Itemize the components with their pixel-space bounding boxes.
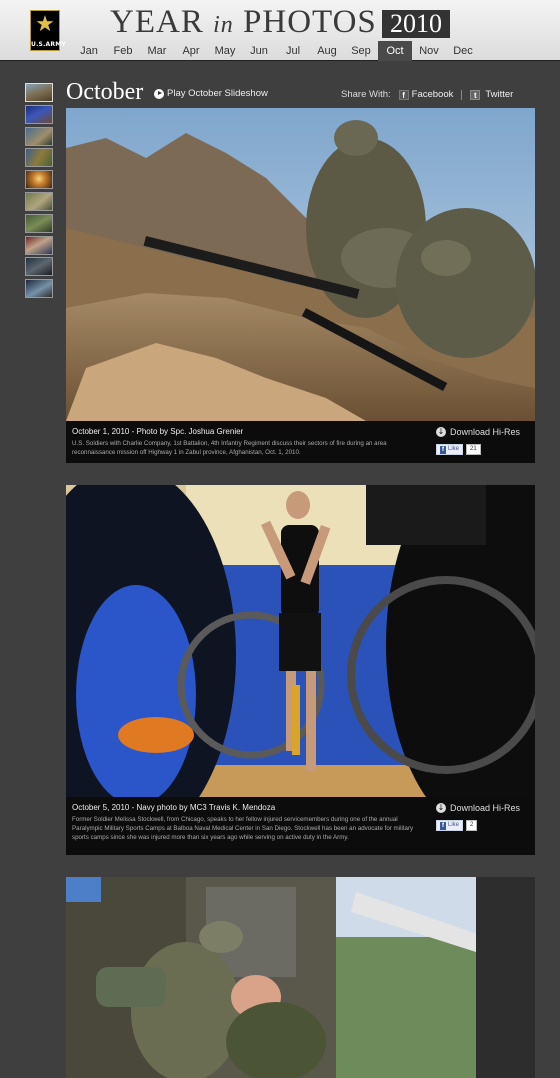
year-badge[interactable]: 2010 [382, 10, 450, 38]
thumbnail-5[interactable] [25, 170, 53, 190]
month-tab-dec[interactable]: Dec [446, 41, 480, 61]
like-label: Like [448, 446, 460, 452]
month-tab-oct[interactable]: Oct [378, 41, 412, 61]
title-photos-word: PHOTOS [243, 4, 377, 40]
photo-card-3 [66, 877, 535, 1078]
thumbnail-10[interactable] [25, 279, 53, 299]
share-divider [461, 89, 463, 100]
photo-2-like: f Like 2 [436, 820, 478, 831]
photo-1-like-button[interactable]: f Like [436, 444, 464, 455]
army-logo[interactable]: ★ U.S.ARMY [30, 10, 66, 51]
star-icon: ★ [35, 12, 55, 37]
thumbnail-7[interactable] [25, 213, 53, 233]
photo-card-1: October 1, 2010 - Photo by Spc. Joshua G… [66, 108, 535, 463]
photo-1-like: f Like 21 [436, 444, 481, 455]
photo-paralympic-camp[interactable] [66, 485, 535, 797]
title-in-word: in [213, 12, 234, 38]
play-slideshow-link[interactable]: Play October Slideshow [154, 88, 268, 99]
photo-3-image [66, 877, 535, 1078]
photo-2-download-button[interactable]: ↓ Download Hi-Res [436, 803, 520, 813]
month-tab-nov[interactable]: Nov [412, 41, 446, 61]
thumbnail-strip [25, 83, 53, 301]
thumbnail-4[interactable] [25, 148, 53, 168]
download-icon: ↓ [436, 803, 446, 813]
thumbnail-3[interactable] [25, 126, 53, 146]
share-twitter-link[interactable]: t Twitter [470, 89, 513, 100]
month-tab-jan[interactable]: Jan [72, 41, 106, 61]
download-label: Download Hi-Res [450, 803, 521, 813]
month-heading: October [66, 79, 144, 105]
photo-2-like-count: 2 [466, 820, 478, 831]
thumbnail-8[interactable] [25, 235, 53, 255]
month-nav: Jan Feb Mar Apr May Jun Jul Aug Sep Oct Nov Dec [72, 41, 480, 61]
download-label: Download Hi-Res [450, 427, 521, 437]
facebook-like-icon: f [440, 445, 446, 454]
photo-1-download-button[interactable]: ↓ Download Hi-Res [436, 427, 520, 437]
photo-2-like-button[interactable]: f Like [436, 820, 464, 831]
like-label: Like [448, 822, 460, 828]
download-icon: ↓ [436, 427, 446, 437]
month-tab-mar[interactable]: Mar [140, 41, 174, 61]
share-bar: Share With: f Facebook t Twitter [341, 89, 513, 100]
play-icon [154, 88, 164, 99]
photo-1-image [66, 108, 535, 421]
month-tab-apr[interactable]: Apr [174, 41, 208, 61]
photo-airborne-jump[interactable] [66, 877, 535, 1078]
facebook-label: Facebook [411, 89, 454, 100]
month-tab-jun[interactable]: Jun [242, 41, 276, 61]
photo-soldiers-afghanistan[interactable] [66, 108, 535, 421]
photo-card-2: October 5, 2010 - Navy photo by MC3 Trav… [66, 485, 535, 855]
month-tab-feb[interactable]: Feb [106, 41, 140, 61]
month-tab-may[interactable]: May [208, 41, 242, 61]
facebook-like-icon: f [440, 821, 446, 830]
photo-1-title: October 1, 2010 - Photo by Spc. Joshua G… [72, 427, 244, 436]
site-title: YEAR in PHOTOS [110, 4, 377, 40]
thumbnail-9[interactable] [25, 257, 53, 277]
share-facebook-link[interactable]: f Facebook [391, 89, 454, 100]
photo-1-caption: October 1, 2010 - Photo by Spc. Joshua G… [66, 421, 535, 463]
thumbnail-6[interactable] [25, 191, 53, 211]
slideshow-label: Play October Slideshow [167, 88, 268, 99]
share-label: Share With: [341, 89, 391, 100]
logo-text: U.S.ARMY [31, 41, 66, 48]
photo-1-like-count: 21 [466, 444, 481, 455]
twitter-icon: t [470, 89, 481, 100]
site-header: ★ U.S.ARMY YEAR in PHOTOS 2010 Jan Feb Mar… [0, 0, 560, 61]
twitter-label: Twitter [485, 89, 514, 100]
photo-2-description: Former Soldier Melissa Stockwell, from C… [72, 816, 414, 841]
facebook-icon: f [398, 89, 409, 100]
month-tab-aug[interactable]: Aug [310, 41, 344, 61]
photo-1-description: U.S. Soldiers with Charlie Company, 1st … [72, 440, 387, 456]
month-tab-jul[interactable]: Jul [276, 41, 310, 61]
title-year-word: YEAR [110, 4, 204, 40]
photo-2-caption: October 5, 2010 - Navy photo by MC3 Trav… [66, 797, 535, 855]
thumbnail-1[interactable] [25, 83, 53, 102]
month-tab-sep[interactable]: Sep [344, 41, 378, 61]
photo-2-image [66, 485, 535, 797]
thumbnail-2[interactable] [25, 104, 53, 124]
photo-2-title: October 5, 2010 - Navy photo by MC3 Trav… [72, 803, 276, 812]
